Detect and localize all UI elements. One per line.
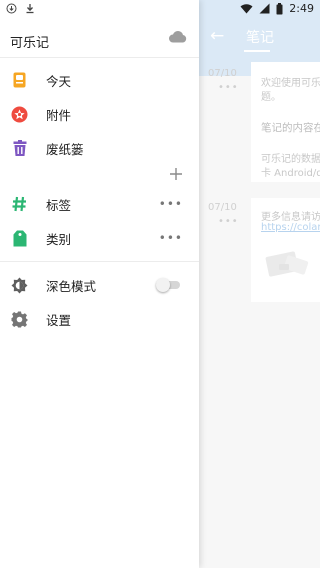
note-card[interactable]: 更多信息请访 https://colano	[251, 198, 320, 302]
menu-item-settings[interactable]: 设置	[0, 303, 199, 335]
note-text: 题。	[261, 92, 281, 103]
status-bar: 2:49	[0, 0, 320, 18]
more-options-icon[interactable]: •••	[159, 231, 183, 245]
note-illustration-icon	[265, 251, 309, 277]
menu-label: 设置	[46, 312, 72, 328]
brightness-icon	[11, 277, 28, 294]
menu-label: 附件	[46, 107, 72, 123]
back-arrow-icon[interactable]: ←	[210, 26, 224, 46]
more-options-icon[interactable]: •••	[159, 197, 183, 211]
menu-label: 标签	[46, 197, 72, 213]
menu-item-trash[interactable]: 废纸篓	[0, 132, 199, 164]
menu-label: 类别	[46, 231, 72, 247]
gear-icon	[11, 311, 28, 328]
note-link[interactable]: https://colano	[261, 222, 320, 233]
navigation-drawer: 可乐记 今天 附件 废纸篓 标签 ••• 类别 ••• 深色模式 设置	[0, 0, 199, 568]
menu-label: 深色模式	[46, 278, 97, 294]
notes-title: 笔记	[246, 30, 274, 46]
note-text: 更多信息请访	[261, 212, 320, 223]
app-title: 可乐记	[10, 36, 50, 51]
divider	[0, 57, 199, 58]
download-circle-icon	[6, 3, 17, 14]
wifi-icon	[240, 4, 253, 14]
note-date: 07/10	[208, 202, 237, 213]
add-icon[interactable]	[169, 167, 183, 181]
note-more-icon[interactable]: •••	[218, 216, 239, 227]
drawer-header: 可乐记	[0, 18, 199, 58]
category-icon	[11, 230, 28, 247]
battery-icon	[276, 2, 283, 14]
menu-item-today[interactable]: 今天	[0, 64, 199, 96]
note-card[interactable]: 欢迎使用可乐 题。 笔记的内容在 可乐记的数据 卡 Android/da	[251, 62, 320, 182]
menu-item-tags[interactable]: 标签 •••	[0, 188, 199, 220]
note-text: 笔记的内容在	[261, 122, 320, 134]
note-text: 卡 Android/da	[261, 168, 320, 179]
note-text: 可乐记的数据	[261, 154, 320, 165]
title-underline	[244, 50, 270, 52]
divider	[0, 261, 199, 262]
menu-label: 废纸篓	[46, 141, 84, 157]
note-more-icon[interactable]: •••	[218, 82, 239, 93]
download-icon	[26, 4, 34, 14]
attachment-icon	[11, 106, 28, 123]
status-time: 2:49	[289, 2, 314, 15]
toggle-knob	[156, 278, 170, 292]
signal-icon	[259, 3, 270, 14]
cloud-icon[interactable]	[168, 30, 187, 43]
menu-label: 今天	[46, 73, 72, 89]
dark-mode-toggle[interactable]	[156, 278, 180, 292]
note-date: 07/10	[208, 68, 237, 79]
hashtag-icon	[11, 196, 28, 213]
note-text: 欢迎使用可乐	[261, 78, 320, 89]
menu-item-attachments[interactable]: 附件	[0, 98, 199, 130]
today-icon	[11, 72, 28, 89]
trash-icon	[11, 140, 28, 157]
menu-item-categories[interactable]: 类别 •••	[0, 222, 199, 254]
